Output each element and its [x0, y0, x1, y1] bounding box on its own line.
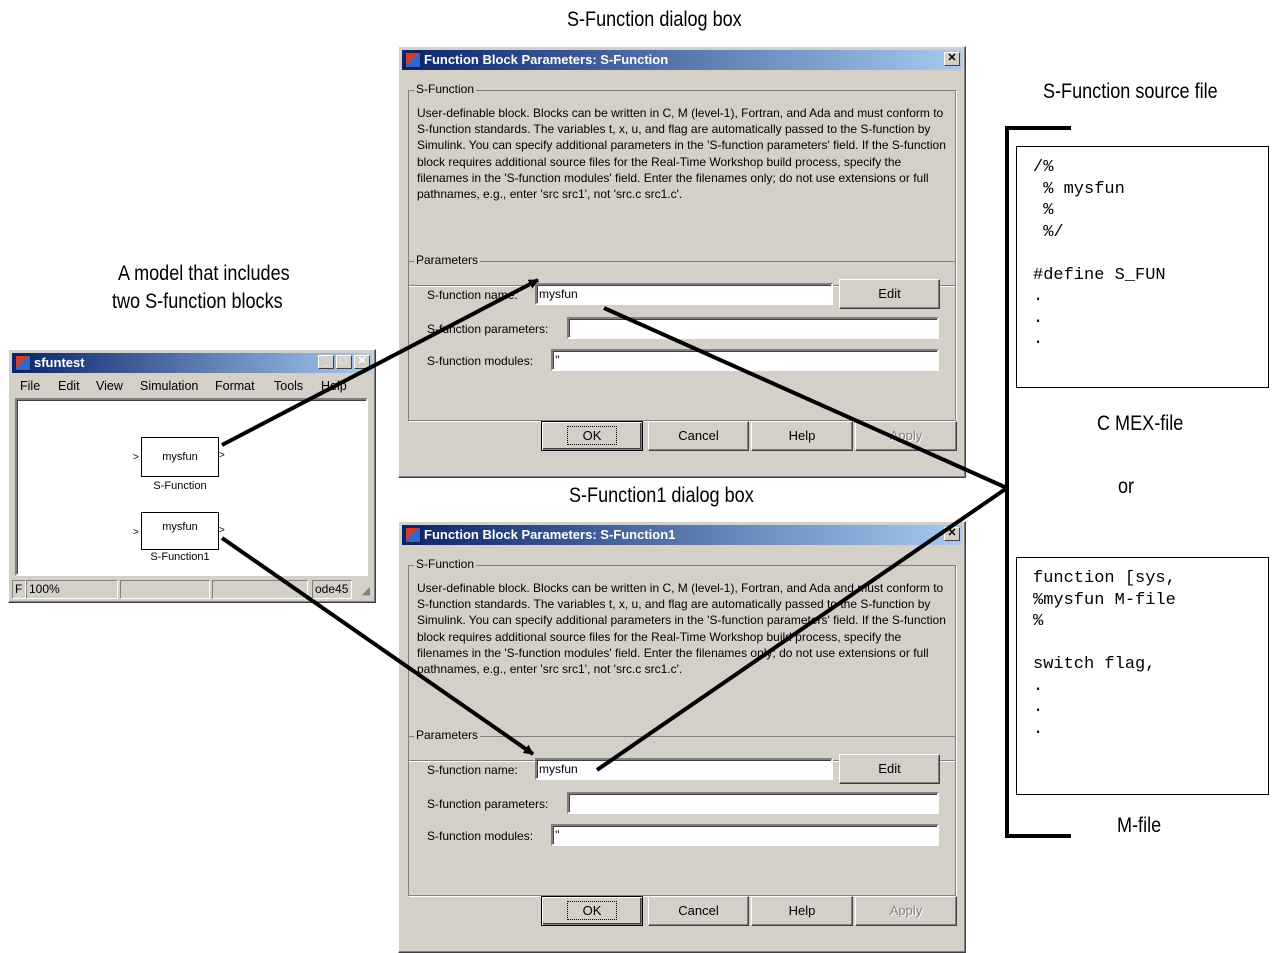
apply-button[interactable]: Apply [855, 421, 957, 451]
model-statusbar: F 100% ode45 ◢ [12, 580, 372, 600]
s-function-parameters-input[interactable] [567, 792, 939, 814]
model-title: sfuntest [34, 355, 85, 370]
caption-s-function1-dialog: S-Function1 dialog box [569, 484, 754, 507]
caption-model-line2: two S-function blocks [112, 290, 283, 313]
edit-button[interactable]: Edit [839, 754, 940, 784]
caption-source-file: S-Function source file [1043, 80, 1218, 103]
status-solver: ode45 [312, 580, 352, 599]
status-zoom: 100% [26, 580, 118, 599]
block-description: User-definable block. Blocks can be writ… [417, 581, 946, 677]
s-function-parameters-label: S-function parameters: [427, 797, 549, 811]
close-icon[interactable]: ✕ [944, 52, 960, 66]
caption-or: or [1118, 475, 1135, 498]
menu-edit[interactable]: Edit [58, 379, 80, 393]
s-function-groupbox: S-Function User-definable block. Blocks … [408, 82, 956, 286]
c-mex-file-source: /% % mysfun % %/ #define S_FUN . . . [1016, 146, 1269, 388]
status-panel [120, 580, 210, 599]
resize-grip-icon[interactable]: ◢ [362, 584, 370, 597]
caption-model-line1: A model that includes [118, 262, 290, 285]
s-function-modules-label: S-function modules: [427, 354, 534, 368]
ok-button[interactable]: OK [541, 421, 643, 451]
s-function-name-input[interactable]: mysfun [535, 283, 833, 305]
input-port-icon: > [133, 452, 139, 463]
s-function-block-label: S-Function [153, 480, 207, 492]
s-function-groupbox: S-Function User-definable block. Blocks … [408, 557, 956, 761]
edit-button[interactable]: Edit [839, 279, 940, 309]
dialog-title: Function Block Parameters: S-Function [424, 52, 669, 67]
cancel-button[interactable]: Cancel [648, 421, 749, 451]
s-function-block[interactable]: mysfun [141, 437, 219, 477]
s-function-modules-label: S-function modules: [427, 829, 534, 843]
status-panel: F [12, 580, 26, 599]
dialog-title: Function Block Parameters: S-Function1 [424, 527, 676, 542]
output-port-icon: > [219, 525, 225, 536]
s-function-modules-input[interactable]: '' [551, 824, 939, 846]
status-panel [212, 580, 308, 599]
apply-button[interactable]: Apply [855, 896, 957, 926]
menu-format[interactable]: Format [215, 379, 255, 393]
menu-simulation[interactable]: Simulation [140, 379, 198, 393]
groupbox-label: S-Function [414, 557, 477, 571]
minimize-icon[interactable]: _ [318, 355, 334, 369]
maximize-icon[interactable]: □ [336, 355, 352, 369]
caption-c-mex-file: C MEX-file [1097, 412, 1184, 435]
model-window-sfuntest: sfuntest _ □ ✕ File Edit View Simulation… [8, 349, 376, 603]
s-function-name-input[interactable]: mysfun [535, 758, 833, 780]
ok-button[interactable]: OK [541, 896, 643, 926]
s-function1-block-label: S-Function1 [150, 551, 210, 563]
model-canvas[interactable]: > mysfun > S-Function > mysfun > S-Funct… [15, 398, 368, 576]
ok-button-label: OK [566, 901, 618, 920]
input-port-icon: > [133, 527, 139, 538]
s-function-parameters-input[interactable] [567, 317, 939, 339]
simulink-app-icon [15, 355, 31, 371]
simulink-app-icon [405, 527, 421, 543]
s-function-modules-input[interactable]: '' [551, 349, 939, 371]
groupbox-label: Parameters [414, 253, 481, 267]
output-port-icon: > [219, 450, 225, 461]
menu-view[interactable]: View [96, 379, 123, 393]
caption-s-function-dialog: S-Function dialog box [567, 8, 742, 31]
m-file-source: function [sys, %mysfun M-file % switch f… [1016, 557, 1269, 795]
s-function-name-label: S-function name: [427, 763, 518, 777]
simulink-app-icon [405, 52, 421, 68]
help-button[interactable]: Help [751, 421, 853, 451]
block-description: User-definable block. Blocks can be writ… [417, 106, 946, 202]
model-titlebar[interactable]: sfuntest _ □ ✕ [12, 353, 372, 373]
dialog-s-function: Function Block Parameters: S-Function ✕ … [398, 46, 966, 478]
ok-button-label: OK [566, 426, 618, 445]
model-menubar: File Edit View Simulation Format Tools H… [12, 376, 372, 396]
groupbox-label: Parameters [414, 728, 481, 742]
s-function-parameters-label: S-function parameters: [427, 322, 549, 336]
help-button[interactable]: Help [751, 896, 853, 926]
cancel-button[interactable]: Cancel [648, 896, 749, 926]
groupbox-label: S-Function [414, 82, 477, 96]
menu-help[interactable]: Help [321, 379, 347, 393]
dialog-titlebar[interactable]: Function Block Parameters: S-Function ✕ [402, 50, 962, 70]
menu-file[interactable]: File [20, 379, 40, 393]
dialog-s-function1: Function Block Parameters: S-Function1 ✕… [398, 521, 966, 953]
menu-tools[interactable]: Tools [274, 379, 303, 393]
close-icon[interactable]: ✕ [354, 355, 370, 369]
s-function1-block[interactable]: mysfun [141, 512, 219, 550]
close-icon[interactable]: ✕ [944, 527, 960, 541]
dialog-titlebar[interactable]: Function Block Parameters: S-Function1 ✕ [402, 525, 962, 545]
s-function-name-label: S-function name: [427, 288, 518, 302]
caption-m-file: M-file [1117, 814, 1162, 837]
